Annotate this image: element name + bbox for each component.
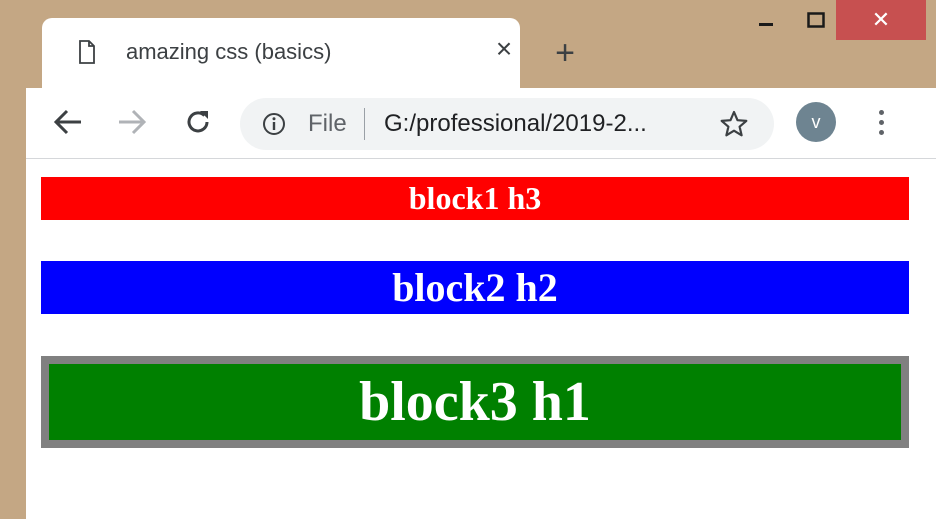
block3-border: block3 h1 — [41, 356, 909, 448]
block3-heading: block3 h1 — [49, 364, 901, 440]
profile-avatar[interactable]: v — [796, 102, 836, 142]
star-icon[interactable] — [720, 110, 748, 138]
forward-arrow-icon[interactable] — [112, 102, 152, 142]
reload-icon[interactable] — [178, 102, 218, 142]
omnibox-divider — [364, 108, 365, 140]
tab-title: amazing css (basics) — [126, 39, 332, 64]
address-bar[interactable]: File G:/professional/2019-2... — [240, 98, 774, 150]
close-icon[interactable]: × — [492, 34, 516, 64]
minimize-icon[interactable] — [744, 0, 788, 40]
kebab-menu-icon[interactable] — [866, 102, 896, 142]
window-close-glyph: ✕ — [871, 7, 891, 32]
block2-heading: block2 h2 — [41, 261, 909, 314]
page-content: block1 h3 block2 h2 block3 h1 — [26, 159, 936, 519]
window-close-icon[interactable]: ✕ — [836, 0, 926, 40]
info-icon[interactable] — [262, 112, 286, 136]
browser-tab[interactable]: amazing css (basics) × — [42, 18, 520, 88]
window-frame: amazing css (basics) × + ✕ File G:/profe… — [0, 0, 936, 519]
browser-toolbar: File G:/professional/2019-2... v — [26, 88, 936, 159]
plus-icon[interactable]: + — [548, 36, 582, 70]
block1-heading: block1 h3 — [41, 177, 909, 220]
url-text[interactable]: G:/professional/2019-2... — [384, 110, 647, 138]
maximize-icon[interactable] — [796, 0, 836, 40]
browser-window: amazing css (basics) × + ✕ File G:/profe… — [26, 0, 936, 519]
back-arrow-icon[interactable] — [48, 102, 88, 142]
page-icon — [79, 40, 95, 64]
url-scheme: File — [308, 110, 347, 137]
